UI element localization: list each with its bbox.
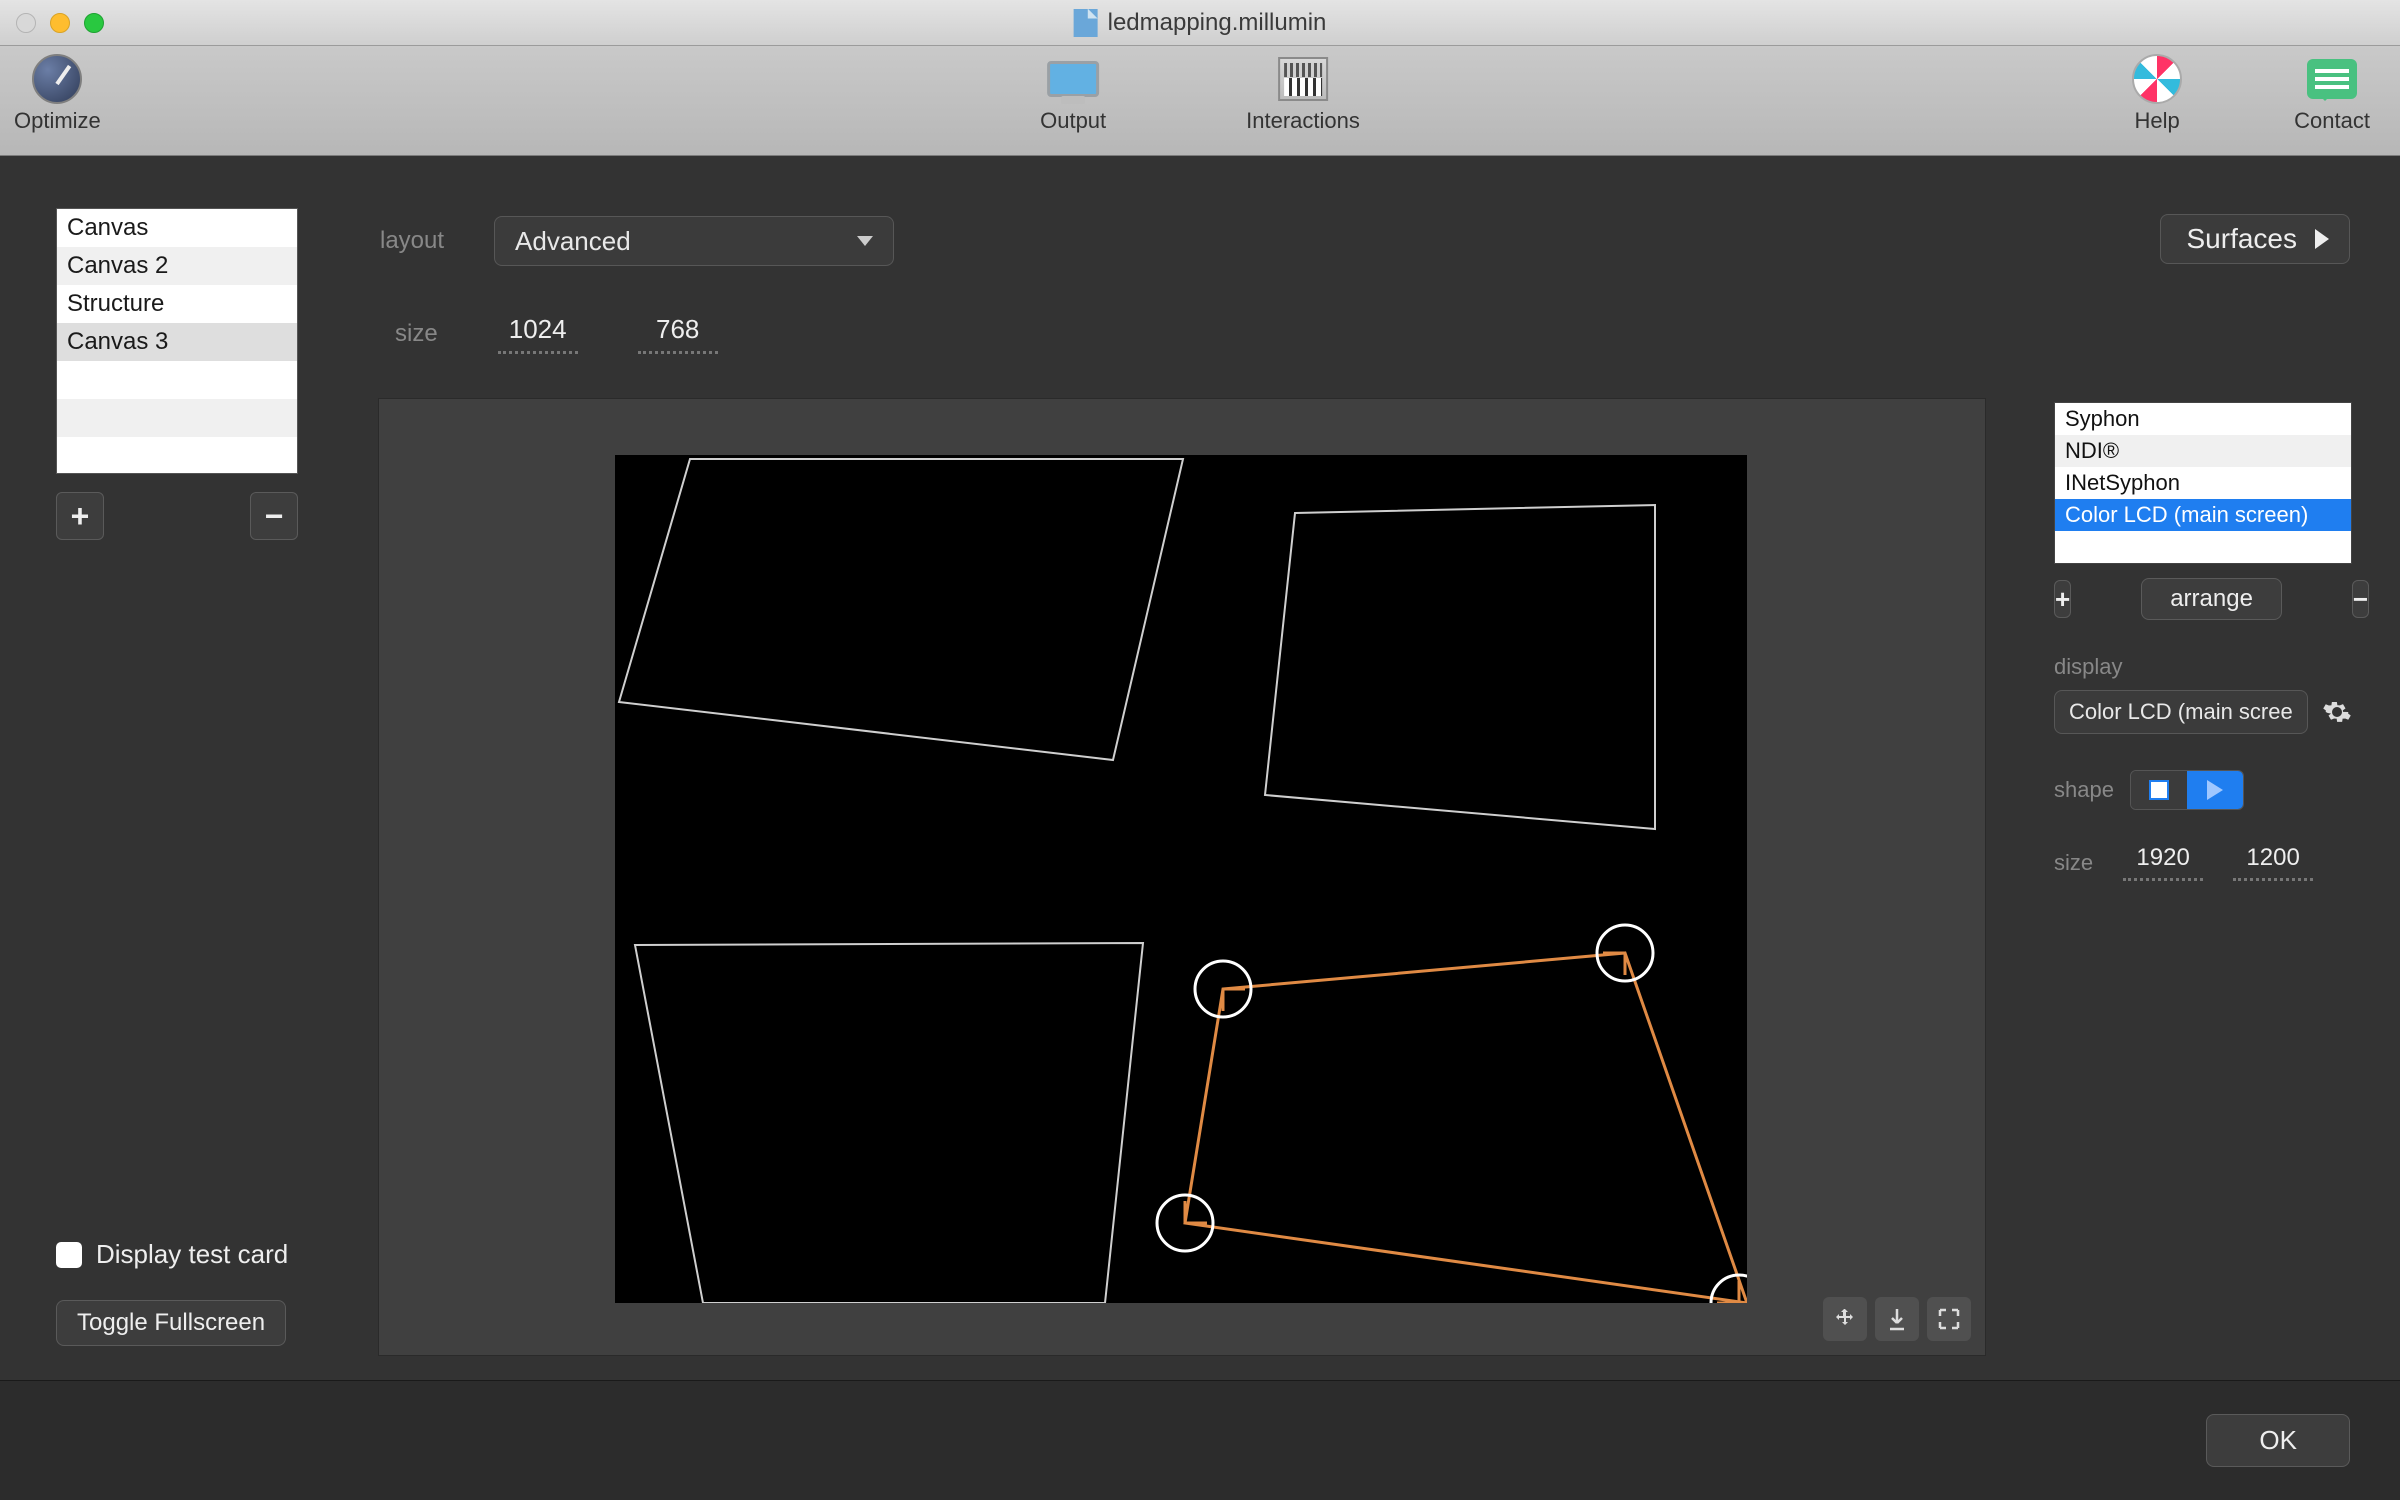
canvas-width-field[interactable]: 1024 [498, 314, 578, 354]
size-row: size 1024 768 [395, 314, 718, 354]
chevron-down-icon [857, 236, 873, 246]
output-list-item[interactable]: INetSyphon [2055, 467, 2351, 499]
output-list-item[interactable]: Syphon [2055, 403, 2351, 435]
add-canvas-button[interactable]: + [56, 492, 104, 540]
output-label: Output [1040, 108, 1106, 134]
interactions-label: Interactions [1246, 108, 1360, 134]
help-button[interactable]: Help [2130, 56, 2184, 134]
output-canvas[interactable] [615, 455, 1747, 1303]
surface-4-selected[interactable] [1185, 953, 1747, 1303]
output-list[interactable]: SyphonNDI®INetSyphonColor LCD (main scre… [2054, 402, 2352, 564]
gear-icon[interactable] [2322, 697, 2352, 727]
remove-canvas-button[interactable]: − [250, 492, 298, 540]
canvas-list[interactable]: CanvasCanvas 2StructureCanvas 3 [56, 208, 298, 474]
window-controls [16, 13, 104, 33]
display-section-label: display [2054, 654, 2352, 680]
output-width-field[interactable]: 1920 [2123, 844, 2203, 881]
close-window-button[interactable] [16, 13, 36, 33]
window-title: ledmapping.millumin [1074, 9, 1327, 37]
output-list-empty-row [2055, 531, 2351, 563]
ok-button[interactable]: OK [2206, 1414, 2350, 1467]
fullscreen-preview-button[interactable] [1927, 1297, 1971, 1341]
interactions-button[interactable]: Interactions [1246, 56, 1360, 134]
canvas-list-item[interactable]: Canvas [57, 209, 297, 247]
contact-label: Contact [2294, 108, 2370, 134]
zoom-reset-button[interactable] [1875, 1297, 1919, 1341]
layout-value: Advanced [515, 226, 631, 257]
minimize-window-button[interactable] [50, 13, 70, 33]
toggle-fullscreen-button[interactable]: Toggle Fullscreen [56, 1300, 286, 1346]
layout-dropdown[interactable]: Advanced [494, 216, 894, 266]
arrow-down-icon [1886, 1307, 1908, 1331]
size-label: size [395, 320, 438, 348]
arrange-button[interactable]: arrange [2141, 578, 2282, 620]
canvas-list-item[interactable]: Canvas 3 [57, 323, 297, 361]
remove-output-button[interactable]: − [2352, 580, 2369, 618]
canvas-list-empty-row [57, 399, 297, 437]
display-selected-value: Color LCD (main scree [2069, 699, 2293, 725]
shape-rect-option[interactable] [2131, 771, 2187, 809]
output-list-item[interactable]: Color LCD (main screen) [2055, 499, 2351, 531]
footer: OK [0, 1380, 2400, 1500]
canvas-panel: CanvasCanvas 2StructureCanvas 3 + − [56, 208, 298, 540]
help-label: Help [2135, 108, 2180, 134]
output-size-label: size [2054, 850, 2093, 876]
output-panel: SyphonNDI®INetSyphonColor LCD (main scre… [2054, 402, 2352, 881]
app-toolbar: Optimize Output Interactions Help Contac… [0, 46, 2400, 156]
square-icon [2149, 780, 2169, 800]
fullscreen-icon [1937, 1307, 1961, 1331]
output-button[interactable]: Output [1040, 56, 1106, 134]
layout-label: layout [380, 227, 444, 255]
main-area: CanvasCanvas 2StructureCanvas 3 + − Disp… [0, 156, 2400, 1500]
shape-custom-option[interactable] [2187, 771, 2243, 809]
surface-3[interactable] [635, 943, 1143, 1303]
output-height-field[interactable]: 1200 [2233, 844, 2313, 881]
layout-row: layout Advanced [380, 216, 894, 266]
shape-segmented-control[interactable] [2130, 770, 2244, 810]
surface-1[interactable] [619, 459, 1183, 760]
output-list-item[interactable]: NDI® [2055, 435, 2351, 467]
shape-label: shape [2054, 777, 2114, 803]
surfaces-button[interactable]: Surfaces [2160, 214, 2351, 264]
monitor-icon [1047, 61, 1099, 97]
pan-tool-button[interactable] [1823, 1297, 1867, 1341]
window-titlebar: ledmapping.millumin [0, 0, 2400, 46]
canvas-list-item[interactable]: Canvas 2 [57, 247, 297, 285]
mapping-svg [615, 455, 1747, 1303]
display-test-card-checkbox[interactable]: Display test card [56, 1239, 306, 1270]
chevron-right-icon [2315, 229, 2329, 249]
midi-icon [1278, 57, 1328, 101]
canvas-list-empty-row [57, 361, 297, 399]
play-icon [2207, 780, 2223, 800]
optimize-label: Optimize [14, 108, 101, 134]
display-test-card-label: Display test card [96, 1239, 288, 1270]
canvas-list-empty-row [57, 437, 297, 474]
canvas-height-field[interactable]: 768 [638, 314, 718, 354]
checkbox-icon [56, 1242, 82, 1268]
lifebuoy-icon [2132, 54, 2182, 104]
display-dropdown[interactable]: Color LCD (main scree [2054, 690, 2308, 734]
chat-icon [2307, 59, 2357, 99]
add-output-button[interactable]: + [2054, 580, 2071, 618]
contact-button[interactable]: Contact [2294, 56, 2370, 134]
document-icon [1074, 9, 1098, 37]
canvas-list-item[interactable]: Structure [57, 285, 297, 323]
surface-2[interactable] [1265, 505, 1655, 829]
maximize-window-button[interactable] [84, 13, 104, 33]
content-area: CanvasCanvas 2StructureCanvas 3 + − Disp… [0, 156, 2400, 1380]
optimize-button[interactable]: Optimize [14, 56, 101, 134]
document-title: ledmapping.millumin [1108, 9, 1327, 37]
view-controls [1823, 1297, 1971, 1341]
surfaces-label: Surfaces [2187, 223, 2298, 255]
preview-area[interactable] [378, 398, 1986, 1356]
gauge-icon [32, 54, 82, 104]
move-icon [1833, 1307, 1857, 1331]
left-bottom-controls: Display test card Toggle Fullscreen [56, 1239, 306, 1346]
